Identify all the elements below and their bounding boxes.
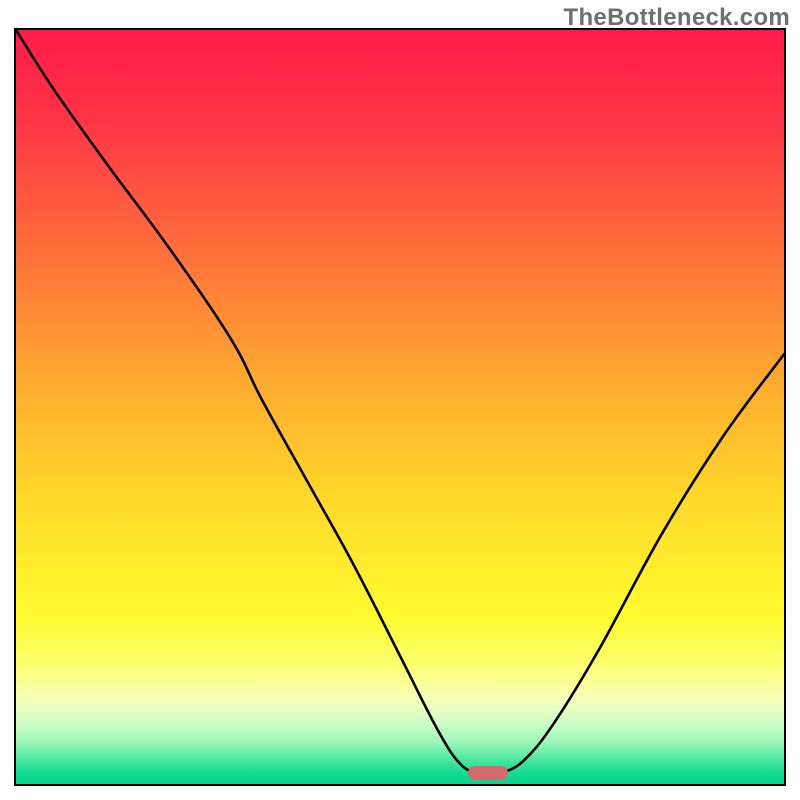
watermark-text: TheBottleneck.com: [564, 4, 790, 32]
optimal-marker: [468, 766, 508, 780]
chart-stage: TheBottleneck.com: [0, 0, 800, 800]
plot-frame: [14, 28, 786, 786]
gradient-background: [16, 30, 784, 784]
